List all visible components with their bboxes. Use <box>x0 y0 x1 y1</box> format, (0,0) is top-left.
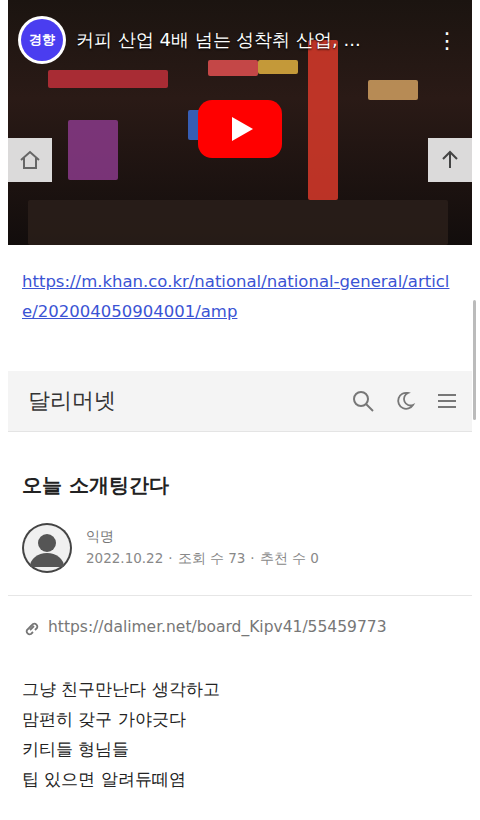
neon-sign <box>28 200 448 245</box>
video-player[interactable]: 경향 커피 산업 4배 넘는 성착취 산업, ... ⋮ <box>8 0 472 245</box>
body-line: 그냥 친구만난다 생각하고 <box>22 674 458 704</box>
channel-name: 경향 <box>21 19 63 61</box>
scroll-up-button[interactable] <box>428 138 472 182</box>
neon-sign <box>308 40 338 200</box>
post-meta: 2022.10.22·조회 수 73·추천 수 0 <box>86 550 319 568</box>
body-line: 키티들 형님들 <box>22 734 458 764</box>
channel-logo[interactable]: 경향 <box>18 16 66 64</box>
search-icon[interactable] <box>352 390 374 412</box>
article-link[interactable]: https://m.khan.co.kr/national/national-g… <box>0 245 480 335</box>
divider <box>8 595 472 596</box>
avatar-icon <box>22 523 72 573</box>
meta-item: · <box>168 550 172 568</box>
post-url[interactable]: https://dalimer.net/board_Kipv41/5545977… <box>8 596 472 636</box>
header-icons <box>352 390 458 412</box>
neon-sign <box>48 70 168 88</box>
meta-item: 2022.10.22 <box>86 550 163 568</box>
video-title[interactable]: 커피 산업 4배 넘는 성착취 산업, ... <box>76 28 422 52</box>
link-icon <box>22 618 40 636</box>
post-title: 오늘 소개팅간다 <box>8 432 472 499</box>
post-body: 그냥 친구만난다 생각하고맘편히 갖구 가야긋다키티들 형님들팁 있으면 알려듀… <box>8 636 472 794</box>
body-line: 맘편히 갖구 가야긋다 <box>22 704 458 734</box>
post-page: 달리머넷오늘 소개팅간다익명2022.10.22·조회 수 73·추천 수 0h… <box>8 371 472 794</box>
play-icon[interactable] <box>198 100 282 158</box>
more-menu[interactable]: ⋮ <box>432 28 462 53</box>
scrollbar[interactable] <box>473 300 476 420</box>
author-row: 익명2022.10.22·조회 수 73·추천 수 0 <box>8 499 472 573</box>
url-text: https://dalimer.net/board_Kipv41/5545977… <box>48 618 387 636</box>
neon-sign <box>368 80 418 100</box>
author-name: 익명 <box>86 528 319 546</box>
neon-sign <box>258 60 298 74</box>
site-name[interactable]: 달리머넷 <box>28 386 352 416</box>
home-button[interactable] <box>8 138 52 182</box>
site-header: 달리머넷 <box>8 371 472 432</box>
home-icon <box>18 148 42 172</box>
meta-item: · <box>250 550 254 568</box>
moon-icon[interactable] <box>394 390 416 412</box>
menu-icon[interactable] <box>436 390 458 412</box>
neon-sign <box>68 120 118 180</box>
meta-item: 조회 수 73 <box>178 550 246 568</box>
author-info: 익명2022.10.22·조회 수 73·추천 수 0 <box>86 528 319 568</box>
neon-sign <box>208 60 258 76</box>
meta-item: 추천 수 0 <box>260 550 319 568</box>
video-header: 경향 커피 산업 4배 넘는 성착취 산업, ... ⋮ <box>18 16 462 64</box>
up-arrow-icon <box>438 148 462 172</box>
body-line: 팁 있으면 알려듀떼염 <box>22 764 458 794</box>
